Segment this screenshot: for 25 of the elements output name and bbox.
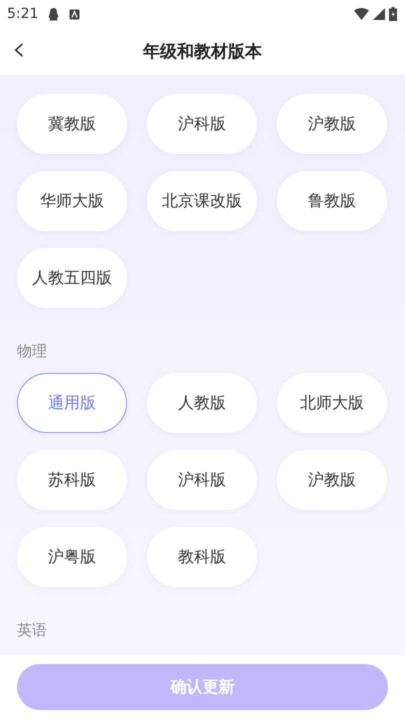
edition-option[interactable]: 人教版 <box>147 373 257 433</box>
penguin-icon <box>48 8 60 20</box>
edition-option[interactable]: 沪教版 <box>277 450 387 510</box>
status-time: 5:21 <box>7 6 38 22</box>
back-button[interactable]: ‹ <box>12 32 26 66</box>
subject-label: 物理 <box>17 341 47 361</box>
edition-option[interactable]: 沪科版 <box>147 94 257 154</box>
subject-label: 英语 <box>17 620 47 640</box>
edition-option[interactable]: 北师大版 <box>277 373 387 433</box>
edition-option[interactable]: 冀教版 <box>17 94 127 154</box>
edition-option[interactable]: 教科版 <box>147 527 257 587</box>
edition-option[interactable]: 人教五四版 <box>17 248 127 308</box>
notification-icon <box>69 8 80 20</box>
edition-option[interactable]: 华师大版 <box>17 171 127 231</box>
wifi-icon <box>354 8 369 20</box>
edition-option[interactable]: 通用版 <box>17 373 127 433</box>
page-title: 年级和教材版本 <box>143 41 262 63</box>
signal-icon <box>373 8 385 20</box>
edition-option[interactable]: 沪科版 <box>147 450 257 510</box>
battery-icon <box>389 7 397 21</box>
edition-option[interactable]: 沪粤版 <box>17 527 127 587</box>
edition-option[interactable]: 北京课改版 <box>147 171 257 231</box>
edition-option[interactable]: 沪教版 <box>277 94 387 154</box>
edition-option[interactable]: 苏科版 <box>17 450 127 510</box>
edition-option[interactable]: 鲁教版 <box>277 171 387 231</box>
